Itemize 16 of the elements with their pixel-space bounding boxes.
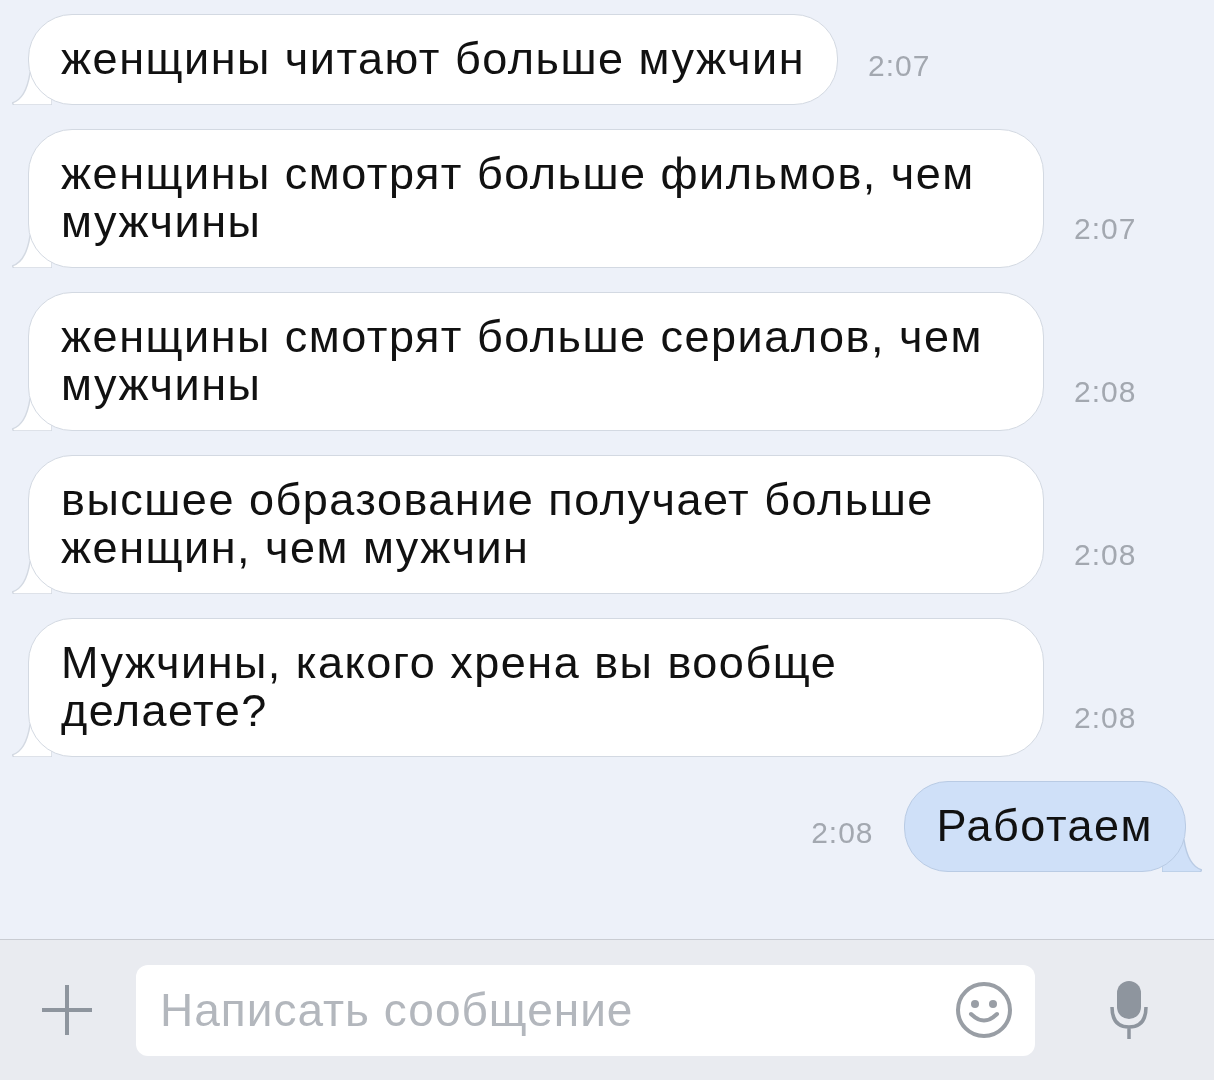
message-text: женщины читают больше мужчин bbox=[61, 35, 806, 83]
message-text: женщины смотрят больше сериалов, чем мужчины bbox=[61, 313, 984, 409]
message-time: 2:07 bbox=[868, 49, 931, 84]
add-icon[interactable] bbox=[40, 983, 94, 1037]
message-time: 2:08 bbox=[811, 816, 874, 851]
message-time: 2:08 bbox=[1074, 375, 1137, 410]
message-input[interactable]: Написать сообщение bbox=[136, 964, 1035, 1056]
message-text: Мужчины, какого хрена вы вообще делаете? bbox=[61, 639, 839, 735]
message-text: Работаем bbox=[936, 802, 1153, 850]
message-text: высшее образование получает больше женщин, чем мужчин bbox=[61, 476, 935, 572]
message-time: 2:08 bbox=[1074, 538, 1137, 573]
message-time: 2:08 bbox=[1074, 701, 1137, 736]
message-time: 2:07 bbox=[1074, 212, 1137, 247]
message-text: женщины смотрят больше фильмов, чем мужчины bbox=[61, 150, 976, 246]
emoji-icon[interactable] bbox=[955, 980, 1013, 1039]
microphone-icon[interactable] bbox=[1109, 979, 1149, 1041]
